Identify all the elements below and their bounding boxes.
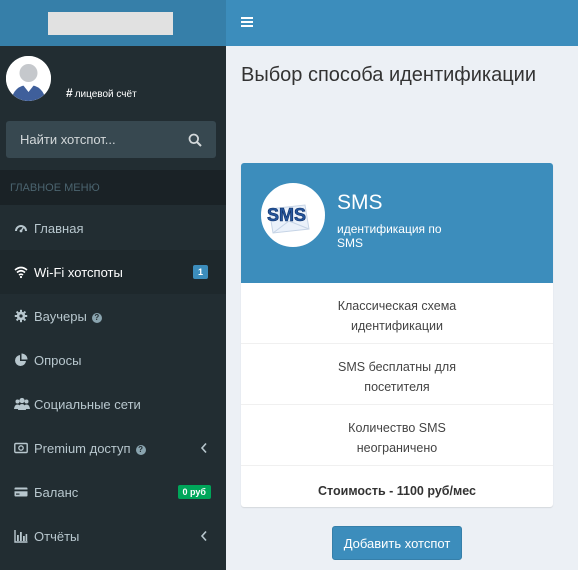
sidebar-item-label: Отчёты — [34, 529, 80, 544]
sms-logo-text: SMS — [267, 205, 306, 225]
chevron-left-icon[interactable] — [200, 442, 208, 454]
logo-bar — [0, 0, 226, 46]
help-icon[interactable]: ? — [91, 313, 102, 323]
premium-icon — [14, 442, 28, 454]
page-title: Выбор способа идентификации — [241, 64, 537, 86]
price-label: Стоимость - 1100 руб/мес — [318, 484, 476, 498]
feature-item: Количество SMS неограничено — [241, 405, 553, 466]
help-icon[interactable]: ? — [135, 445, 146, 455]
sidebar-menu: Главная Wi-Fi хотспоты 1 Ваучеры ? Опрос… — [0, 206, 226, 558]
add-hotspot-button[interactable]: Добавить хотспот — [332, 526, 462, 560]
sidebar-item-label: Опросы — [34, 353, 82, 368]
sidebar-item-label: Premium доступ? — [34, 441, 146, 456]
search-box — [6, 121, 216, 158]
top-navbar — [226, 0, 578, 46]
sidebar-item-wifi-hotspots[interactable]: Wi-Fi хотспоты 1 — [0, 250, 226, 294]
sidebar-item-balance[interactable]: Баланс 0 руб — [0, 470, 226, 514]
sms-logo-icon: SMS — [261, 183, 325, 247]
sidebar-item-polls[interactable]: Опросы — [0, 338, 226, 382]
feature-item: Классическая схема идентификации — [241, 283, 553, 344]
hash-icon: # — [66, 86, 73, 100]
users-icon — [14, 397, 30, 410]
menu-toggle-icon[interactable] — [241, 17, 253, 27]
sidebar-item-premium-access[interactable]: Premium доступ? — [0, 426, 226, 470]
sidebar-item-label: Ваучеры? — [34, 309, 102, 324]
gear-icon — [14, 309, 28, 323]
sidebar: #лицевой счёт ГЛАВНОЕ МЕНЮ Главная — [0, 0, 226, 570]
user-panel: # лицевой счёт — [0, 46, 226, 108]
account-label-text: лицевой счёт — [74, 89, 137, 100]
chevron-left-icon[interactable] — [200, 530, 208, 542]
avatar[interactable] — [6, 56, 51, 101]
card-subtitle: идентификация по SMS — [337, 222, 442, 250]
sms-plan-card: SMS SMS идентификация по SMS Классическа… — [241, 163, 553, 507]
card-header: SMS SMS идентификация по SMS — [241, 163, 553, 283]
account-label[interactable]: # лицевой счёт — [66, 86, 137, 100]
feature-item: SMS бесплатны для посетителя — [241, 344, 553, 405]
search-input[interactable] — [6, 121, 176, 158]
balance-badge: 0 руб — [177, 485, 211, 499]
sidebar-item-label: Баланс — [34, 485, 79, 500]
sidebar-item-home[interactable]: Главная — [0, 206, 226, 250]
sidebar-item-text: Ваучеры — [34, 309, 87, 324]
wifi-icon — [14, 266, 28, 279]
sidebar-item-text: Premium доступ — [34, 441, 131, 456]
sidebar-item-reports[interactable]: Отчёты — [0, 514, 226, 558]
bar-chart-icon — [14, 530, 28, 543]
sidebar-item-label: Главная — [34, 221, 84, 236]
sidebar-item-vouchers[interactable]: Ваучеры? — [0, 294, 226, 338]
hotspot-count-badge: 1 — [192, 265, 208, 279]
menu-header: ГЛАВНОЕ МЕНЮ — [0, 170, 226, 205]
sidebar-item-label: Социальные сети — [34, 397, 141, 412]
sidebar-item-label: Wi-Fi хотспоты — [34, 265, 123, 280]
dashboard-icon — [15, 225, 27, 233]
search-icon[interactable] — [188, 133, 202, 147]
credit-card-icon — [14, 487, 28, 497]
card-title: SMS — [337, 191, 383, 214]
pie-chart-icon — [15, 353, 28, 366]
logo[interactable] — [48, 12, 173, 35]
sidebar-item-social-networks[interactable]: Социальные сети — [0, 382, 226, 426]
